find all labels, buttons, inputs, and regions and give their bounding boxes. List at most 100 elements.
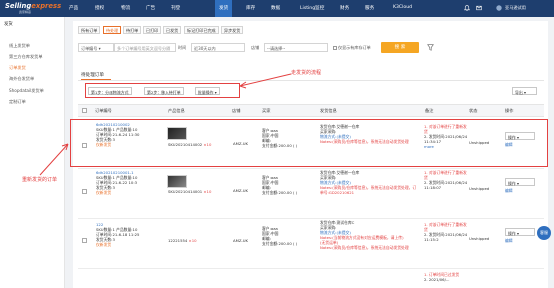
row-checkbox[interactable] bbox=[82, 189, 87, 194]
nav-item-k3cloud[interactable]: K3Cloud bbox=[393, 5, 412, 10]
tab-mark-printed[interactable]: 标记打印已完成 bbox=[184, 26, 219, 34]
export-button[interactable]: 导出 ▾ bbox=[512, 87, 537, 95]
customer-service-button[interactable]: 客服 bbox=[537, 226, 551, 240]
column-header-operation: 操作 bbox=[505, 108, 514, 113]
remark-cell: 1. 对该订单进行了重新发货 2. 发货时间:2021/06/24 11:34:… bbox=[424, 124, 468, 149]
nav-item-logistics[interactable]: 物流 bbox=[121, 5, 130, 11]
batch-operations-button[interactable]: 批量操作 ▾ bbox=[195, 87, 220, 95]
nav-item-products[interactable]: 产品 bbox=[69, 5, 78, 11]
column-header-remark: 备注 bbox=[425, 108, 434, 113]
nav-item-listing-monitor[interactable]: Listing监控 bbox=[300, 5, 324, 11]
section-title: 待处理订单 bbox=[81, 73, 104, 78]
product-thumbnail[interactable] bbox=[167, 175, 187, 188]
row-checkbox[interactable] bbox=[82, 143, 87, 148]
sidebar-item-order-shipment[interactable]: 订单发货 bbox=[9, 65, 26, 71]
column-header-shipping: 发货信息 bbox=[320, 108, 337, 113]
status-badge: Unshipped bbox=[469, 236, 490, 241]
row-divider bbox=[78, 268, 544, 269]
product-code: SKU20210414001 bbox=[168, 189, 203, 194]
remark-cell: 1. 对该订单进行了重新发货 2. 发货时间:2021/06/24 11:18:… bbox=[424, 170, 468, 190]
remark-line: 2. 发货时间:2021/06/24 11:34:17 bbox=[424, 134, 468, 145]
nav-item-data[interactable]: 数据 bbox=[271, 5, 280, 11]
sidebar-item-online-shipment[interactable]: 线上发货单 bbox=[9, 43, 30, 49]
product-info: 12221554 ×10 bbox=[168, 238, 197, 243]
time-range-select[interactable]: 近30天以内 bbox=[191, 43, 245, 52]
sidebar-item-overseas-warehouse[interactable]: 海外仓发货单 bbox=[9, 76, 34, 82]
sidebar-group-shipping[interactable]: 发货 bbox=[4, 21, 13, 27]
edit-link[interactable]: 编辑 bbox=[505, 238, 513, 243]
shipping-note: Notes:(采购员/仓库等信息)，系统无法自动发货处理 bbox=[320, 139, 409, 145]
product-qty: ×10 bbox=[188, 238, 197, 243]
operation-select[interactable]: 操作 ▾ bbox=[505, 178, 535, 186]
table-row: 6dh20210210002 SKU数量:1 产品数量:10 订单时间:21-6… bbox=[96, 122, 139, 147]
product-qty: ×10 bbox=[203, 142, 212, 147]
shop-cell: AMZ-UK bbox=[233, 141, 249, 146]
shipping-cell: 发货仓库:测试仓库C 买家采购: 物流方式:(未提交) Notes:(当前物流方… bbox=[320, 220, 420, 251]
buyer-cell: 客户:aaa 国家:中国 邮编: 支付金额:200.00 ( ) bbox=[262, 226, 297, 246]
bell-icon[interactable] bbox=[463, 5, 471, 12]
tab-async-shipping[interactable]: 异步发货 bbox=[221, 26, 244, 34]
select-all-checkbox[interactable] bbox=[82, 108, 87, 113]
brand-tagline: 賣家精靈 bbox=[19, 10, 32, 14]
column-header-product: 产品信息 bbox=[168, 108, 185, 113]
order-number-input[interactable]: 多个订单编号用英文逗号分隔 bbox=[114, 43, 176, 52]
message-icon[interactable] bbox=[476, 5, 482, 12]
checkbox-box[interactable] bbox=[333, 46, 337, 50]
remark-cell: 1. 订单时间已过发货 2. 2021/06/... bbox=[424, 272, 468, 282]
time-label: 时间 bbox=[178, 45, 187, 50]
operation-select[interactable]: 操作 ▾ bbox=[505, 132, 535, 140]
nav-item-ads[interactable]: 广告 bbox=[146, 5, 155, 11]
brand-logo[interactable]: Sellingexpress 賣家精靈 bbox=[5, 2, 61, 14]
divider bbox=[78, 80, 544, 81]
nav-item-authorization[interactable]: 授权 bbox=[95, 5, 104, 11]
column-header-shop: 店铺 bbox=[232, 108, 241, 113]
tab-shipped[interactable]: 已发货 bbox=[163, 26, 182, 34]
table-row: 122 SKU数量:1 产品数量:10 订单时间:21-6-18 11:25 发… bbox=[96, 222, 139, 247]
remark-line: 1. 对该订单进行了重新发货 bbox=[424, 124, 467, 135]
column-header-order-no: 订单编号 bbox=[95, 108, 112, 113]
search-button[interactable]: 搜 索 bbox=[381, 42, 419, 53]
nav-item-shipping[interactable]: 发货 bbox=[215, 0, 233, 17]
shipping-cell: 发货仓库:艾德谢一仓库 买家采购: 物流方式:(未提交) Notes:(采购员/… bbox=[320, 124, 420, 144]
user-name[interactable]: 亚马逊试用 bbox=[505, 5, 526, 11]
nav-item-listing[interactable]: 刊登 bbox=[171, 5, 180, 11]
operation-select[interactable]: 操作 ▾ bbox=[505, 228, 535, 236]
product-info: SKU20210414002 ×10 bbox=[168, 142, 211, 147]
tab-pending[interactable]: 待处理 bbox=[103, 26, 122, 34]
tab-printed[interactable]: 已打印 bbox=[143, 26, 162, 34]
shipping-note: Notes:(采购员/仓库等信息)，系统无法自动发货处理，订单号:GD20210… bbox=[320, 185, 417, 196]
product-thumbnail[interactable] bbox=[167, 127, 187, 140]
resend-badge: 仅新发货 bbox=[96, 242, 112, 248]
table-row: 6dh20210210001-1 SKU数量:1 产品数量:10 订单时间:21… bbox=[96, 170, 137, 195]
nav-item-inventory[interactable]: 库存 bbox=[246, 5, 255, 11]
edit-link[interactable]: 编辑 bbox=[505, 142, 513, 147]
remark-cell: 1. 对该订单进行了重新发货 2. 发货时间:2021/06/24 11:15:… bbox=[424, 222, 468, 242]
shop-select[interactable]: --请选择-- bbox=[264, 43, 328, 52]
assign-shipping-method-button[interactable]: 第1步：分派物流方式 bbox=[88, 87, 132, 95]
remark-line: 2. 发货时间:2021/06/24 11:15:2 bbox=[424, 232, 468, 243]
nav-item-finance[interactable]: 财务 bbox=[340, 5, 349, 11]
sidebar-item-custom-orders[interactable]: 定制订单 bbox=[9, 99, 26, 105]
buyer-cell: 客户:aaa 国家:中国 邮编: 支付金额:200.00 ( ) bbox=[262, 128, 297, 148]
nav-item-service[interactable]: 服务 bbox=[365, 5, 374, 11]
edit-link[interactable]: 编辑 bbox=[505, 188, 513, 193]
row-checkbox[interactable] bbox=[82, 238, 87, 243]
remark-more-link[interactable]: more bbox=[424, 144, 468, 149]
remark-line: 2. 2021/06/... bbox=[424, 277, 450, 283]
avatar[interactable] bbox=[496, 5, 502, 12]
move-to-print-button[interactable]: 第2步：移入待打单 bbox=[144, 87, 184, 95]
remark-line: 2. 发货时间:2021/06/24 11:18:07 bbox=[424, 180, 468, 191]
order-type-select[interactable]: 订单编号 ▾ bbox=[78, 43, 114, 52]
sidebar-item-shopdatail[interactable]: Shopdatail发货单 bbox=[9, 88, 44, 94]
flow-arrow bbox=[239, 73, 292, 89]
shop-label: 店铺 bbox=[251, 45, 260, 50]
sidebar-item-third-party-warehouse[interactable]: 第三方仓库发货单 bbox=[9, 54, 43, 60]
tab-all-orders[interactable]: 所有订单 bbox=[78, 26, 101, 34]
remark-line: 1. 对该订单进行了重新发货 bbox=[424, 170, 467, 181]
stock-only-checkbox[interactable]: 仅显示有库存订单 bbox=[333, 45, 371, 51]
tab-to-print[interactable]: 待打单 bbox=[123, 26, 142, 34]
remark-line: 1. 对该订单进行了重新发货 bbox=[424, 222, 467, 233]
clear-filter-icon[interactable] bbox=[427, 44, 434, 51]
shipping-cell: 发货仓库:艾德谢一仓库 买家采购: 物流方式:(未提交) Notes:(采购员/… bbox=[320, 170, 420, 195]
row-divider bbox=[78, 168, 544, 169]
